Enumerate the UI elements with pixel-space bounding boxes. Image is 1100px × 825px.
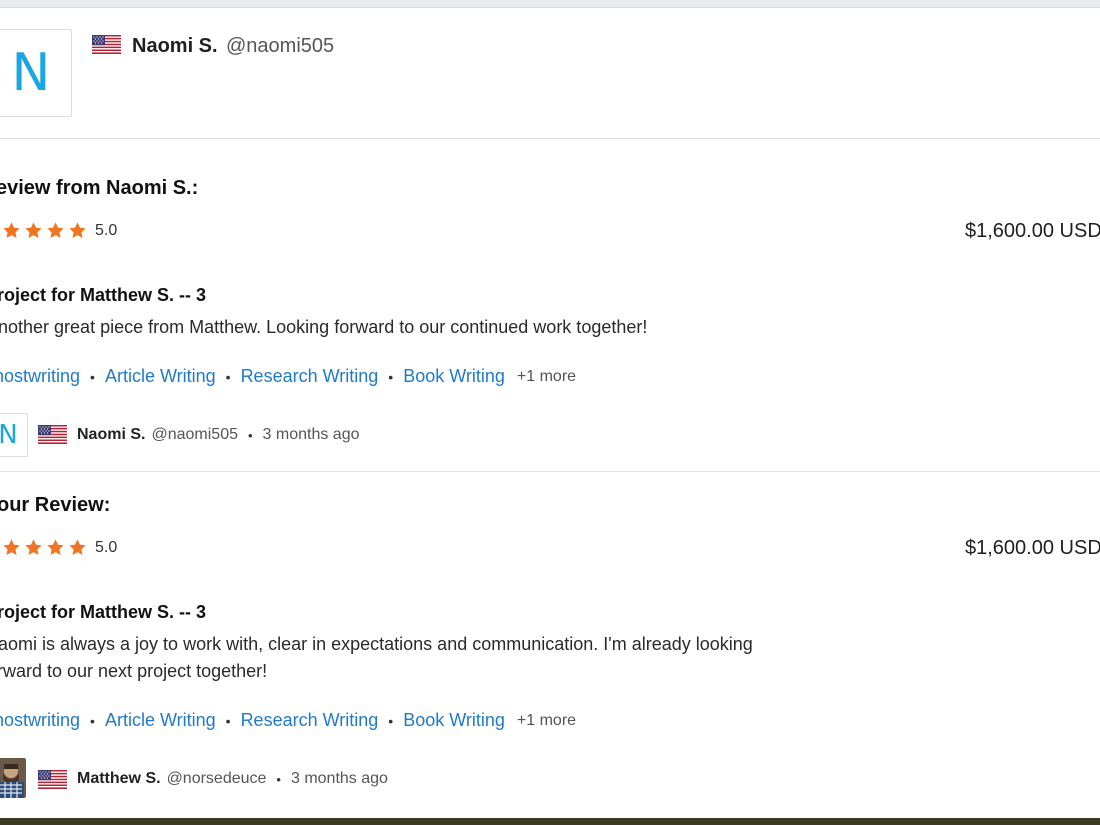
profile-handle: @naomi505 bbox=[226, 35, 335, 57]
tag-separator: • bbox=[388, 712, 394, 729]
review-time: 3 months ago bbox=[262, 426, 360, 443]
project-title[interactable]: roject for Matthew S. -- 3 bbox=[0, 285, 206, 306]
us-flag-icon bbox=[38, 425, 67, 444]
review-amount: $1,600.00 USD bbox=[965, 220, 1100, 242]
separator-dot: • bbox=[247, 427, 253, 443]
star-rating bbox=[2, 221, 87, 240]
tag-article-writing[interactable]: Article Writing bbox=[105, 366, 216, 387]
skill-tags: nostwriting • Article Writing • Research… bbox=[0, 366, 576, 387]
star-icon bbox=[24, 538, 43, 557]
reviewer-avatar[interactable]: N bbox=[0, 413, 28, 457]
star-icon bbox=[68, 221, 87, 240]
tag-book-writing[interactable]: Book Writing bbox=[403, 710, 505, 731]
tag-separator: • bbox=[225, 368, 231, 385]
tag-research-writing[interactable]: Research Writing bbox=[241, 366, 379, 387]
top-browser-strip bbox=[0, 0, 1100, 8]
reviewer-photo-avatar[interactable] bbox=[0, 758, 26, 798]
review-amount: $1,600.00 USD bbox=[965, 537, 1100, 559]
profile-avatar[interactable]: N bbox=[0, 29, 72, 117]
review-title: our Review: bbox=[0, 494, 111, 516]
star-icon bbox=[46, 221, 65, 240]
more-tags-link[interactable]: +1 more bbox=[517, 712, 576, 730]
rating-value: 5.0 bbox=[95, 222, 118, 239]
rating-value: 5.0 bbox=[95, 539, 118, 556]
us-flag-icon bbox=[38, 770, 67, 789]
tag-article-writing[interactable]: Article Writing bbox=[105, 710, 216, 731]
star-icon bbox=[68, 538, 87, 557]
tag-ghostwriting[interactable]: nostwriting bbox=[0, 710, 80, 731]
star-icon bbox=[2, 221, 21, 240]
us-flag-icon bbox=[92, 35, 121, 54]
star-rating bbox=[2, 538, 87, 557]
tag-ghostwriting[interactable]: nostwriting bbox=[0, 366, 80, 387]
avatar-letter: N bbox=[0, 420, 18, 450]
review-title: eview from Naomi S.: bbox=[0, 177, 199, 199]
author-handle: @naomi505 bbox=[151, 426, 238, 443]
person-photo-icon bbox=[0, 758, 26, 798]
review-time: 3 months ago bbox=[290, 770, 388, 787]
background-strip bbox=[0, 818, 1100, 825]
more-tags-link[interactable]: +1 more bbox=[517, 368, 576, 386]
tag-separator: • bbox=[225, 712, 231, 729]
review-description-line2: rward to our next project together! bbox=[0, 661, 268, 681]
tag-book-writing[interactable]: Book Writing bbox=[403, 366, 505, 387]
review-author: Naomi S. @naomi505 • 3 months ago bbox=[77, 426, 360, 444]
star-icon bbox=[46, 538, 65, 557]
separator-dot: • bbox=[276, 771, 281, 787]
star-icon bbox=[24, 221, 43, 240]
tag-research-writing[interactable]: Research Writing bbox=[241, 710, 379, 731]
author-name[interactable]: Naomi S. bbox=[77, 426, 145, 444]
author-handle: @norsedeuce bbox=[166, 770, 267, 787]
tag-separator: • bbox=[388, 368, 394, 385]
tag-separator: • bbox=[90, 712, 95, 729]
avatar-letter: N bbox=[11, 43, 51, 103]
divider bbox=[0, 138, 1100, 139]
project-title[interactable]: roject for Matthew S. -- 3 bbox=[0, 602, 206, 623]
author-name[interactable]: Matthew S. bbox=[77, 770, 161, 788]
review-author: Matthew S. @norsedeuce • 3 months ago bbox=[77, 770, 388, 788]
review-description: nother great piece from Matthew. Looking… bbox=[0, 317, 648, 337]
review-description-line1: aomi is always a joy to work with, clear… bbox=[0, 634, 753, 654]
star-icon bbox=[2, 538, 21, 557]
skill-tags: nostwriting • Article Writing • Research… bbox=[0, 710, 576, 731]
tag-separator: • bbox=[90, 368, 95, 385]
divider bbox=[0, 471, 1100, 472]
profile-name[interactable]: Naomi S. bbox=[132, 35, 218, 58]
